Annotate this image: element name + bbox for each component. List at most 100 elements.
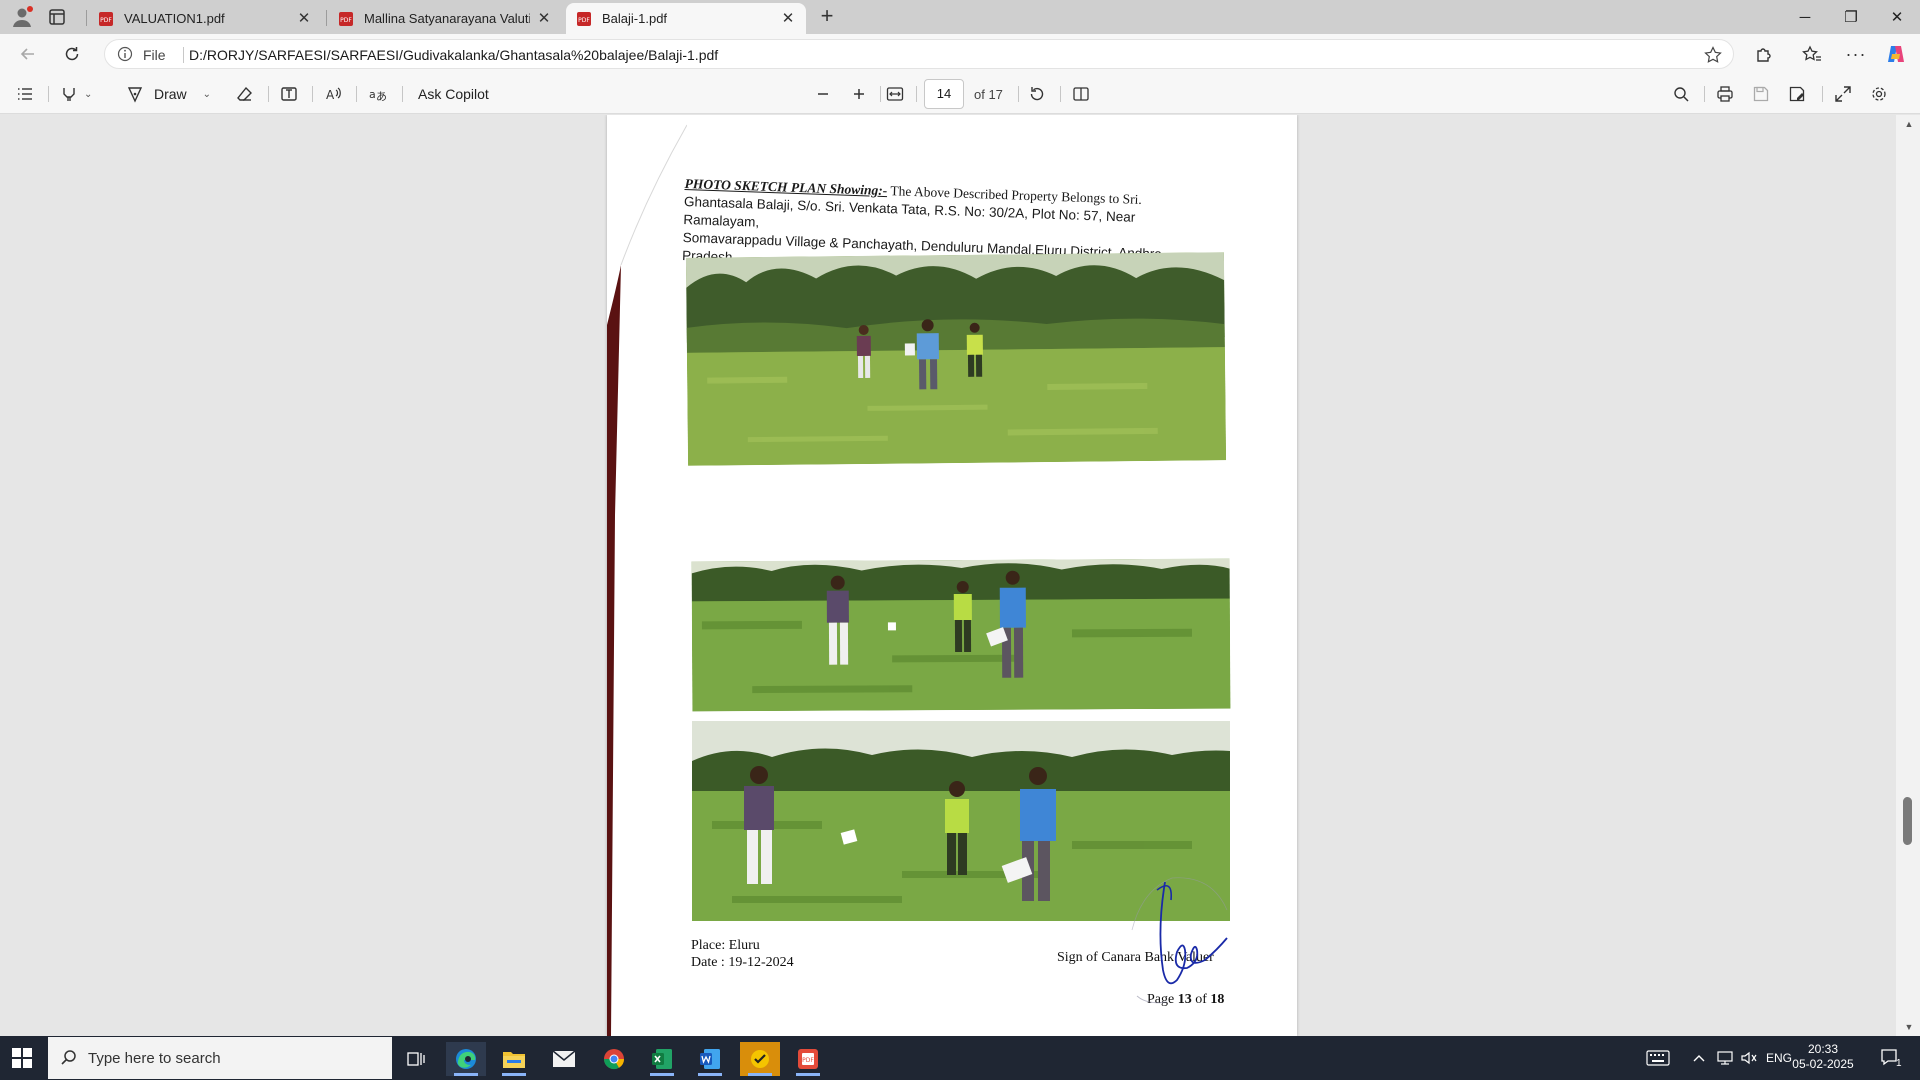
page-view-button[interactable]	[1072, 84, 1090, 104]
pdf-settings-button[interactable]	[1870, 84, 1888, 104]
taskbar-app-edge[interactable]	[446, 1042, 486, 1076]
notification-center-button[interactable]: 1	[1880, 1036, 1902, 1080]
info-icon[interactable]	[117, 46, 133, 62]
zoom-out-button[interactable]	[814, 84, 832, 104]
restore-button[interactable]: ❐	[1828, 0, 1874, 34]
divider	[356, 86, 357, 102]
volume-muted-icon[interactable]	[1740, 1036, 1758, 1080]
tab-actions-icon[interactable]	[48, 8, 66, 26]
taskbar-app-file-explorer[interactable]	[494, 1042, 534, 1076]
ask-copilot-label: Ask Copilot	[418, 86, 489, 102]
scroll-down-icon[interactable]: ▼	[1904, 1022, 1914, 1032]
page-view-icon	[1073, 87, 1089, 101]
zoom-in-button[interactable]	[850, 84, 868, 104]
close-icon[interactable]: ✕	[536, 10, 552, 27]
close-window-button[interactable]: ✕	[1874, 0, 1920, 34]
pdf-viewer[interactable]: PHOTO SKETCH PLAN Showing:- The Above De…	[0, 115, 1920, 1036]
profile-avatar-icon[interactable]	[10, 5, 34, 29]
print-button[interactable]	[1716, 84, 1734, 104]
tab-label: VALUATION1.pdf	[124, 11, 225, 26]
minimize-button[interactable]: ─	[1782, 0, 1828, 34]
page-number-input[interactable]: 14	[924, 79, 964, 109]
task-view-button[interactable]	[396, 1042, 436, 1076]
pdf-app-icon: PDF	[798, 1049, 818, 1069]
fit-to-width-button[interactable]	[886, 84, 904, 104]
taskbar-app-mail[interactable]	[544, 1042, 584, 1076]
favorites-icon	[1802, 45, 1821, 61]
table-of-contents-button[interactable]	[16, 84, 34, 104]
tab-label: Balaji-1.pdf	[602, 11, 668, 26]
taskbar-clock[interactable]: 20:33 05-02-2025	[1788, 1042, 1858, 1072]
folder-icon	[503, 1052, 525, 1068]
save-as-icon	[1789, 86, 1805, 102]
fullscreen-button[interactable]	[1834, 84, 1852, 104]
notification-count: 1	[1896, 1057, 1902, 1069]
copilot-button[interactable]	[1884, 42, 1908, 66]
page-total-label: of 17	[974, 86, 1003, 102]
svg-text:PDF: PDF	[578, 17, 590, 24]
taskbar-app-chrome[interactable]	[594, 1042, 634, 1076]
highlighter-icon	[63, 88, 75, 101]
new-tab-button[interactable]: +	[816, 5, 838, 28]
chevron-up-icon[interactable]	[1692, 1036, 1706, 1080]
list-icon	[18, 88, 32, 100]
chevron-down-icon[interactable]: ⌄	[203, 89, 211, 100]
read-aloud-button[interactable]: A	[324, 84, 342, 104]
translate-button[interactable]: aあ	[368, 84, 386, 104]
erase-button[interactable]	[236, 84, 254, 104]
eraser-icon	[237, 86, 252, 101]
refresh-icon	[65, 47, 79, 61]
tab-valuation1[interactable]: PDF VALUATION1.pdf ✕	[88, 3, 322, 34]
back-button[interactable]	[16, 42, 40, 66]
security-shield-icon	[751, 1050, 769, 1068]
taskbar-app-excel[interactable]	[642, 1042, 682, 1076]
search-icon	[1674, 87, 1689, 102]
scrollbar-thumb[interactable]	[1903, 797, 1912, 845]
vertical-scrollbar[interactable]: ▲ ▼	[1896, 115, 1920, 1036]
tab-separator	[326, 10, 327, 26]
taskbar-app-pdf-reader[interactable]: PDF	[788, 1042, 828, 1076]
navigation-bar: File D:/RORJY/SARFAESI/SARFAESI/Gudivaka…	[0, 34, 1920, 74]
svg-text:PDF: PDF	[100, 17, 112, 24]
divider	[268, 86, 269, 102]
url-text[interactable]: D:/RORJY/SARFAESI/SARFAESI/Gudivakalanka…	[189, 47, 718, 63]
chevron-down-icon[interactable]: ⌄	[84, 89, 92, 100]
draw-button[interactable]: Draw ⌄	[126, 84, 211, 104]
pdf-toolbar: ⌄ Draw ⌄ A aあ Ask Copilot 14 of 17	[0, 74, 1920, 114]
draw-label: Draw	[154, 86, 187, 102]
keyboard-layout-icon[interactable]	[1646, 1036, 1670, 1080]
network-icon[interactable]	[1716, 1036, 1734, 1080]
taskbar-app-word[interactable]	[690, 1042, 730, 1076]
tab-mallina-satyanarayana[interactable]: PDF Mallina Satyanarayana Valution.pdf ✕	[328, 3, 562, 34]
address-bar[interactable]: File D:/RORJY/SARFAESI/SARFAESI/Gudivaka…	[104, 39, 1734, 69]
add-text-button[interactable]	[280, 84, 298, 104]
edge-browser-icon	[456, 1049, 476, 1069]
favorite-star-icon[interactable]	[1703, 45, 1723, 65]
refresh-button[interactable]	[60, 42, 84, 66]
translate-icon: aあ	[369, 88, 386, 103]
windows-start-icon[interactable]	[12, 1048, 32, 1068]
taskbar-search-box[interactable]: Type here to search	[48, 1037, 392, 1079]
extensions-button[interactable]	[1752, 42, 1776, 66]
rotate-button[interactable]	[1028, 84, 1046, 104]
settings-more-button[interactable]: ···	[1844, 42, 1868, 66]
svg-text:a: a	[369, 88, 376, 101]
find-button[interactable]	[1672, 84, 1690, 104]
scheme-label: File	[143, 47, 166, 63]
svg-text:PDF: PDF	[340, 17, 352, 24]
tab-balaji-1[interactable]: PDF Balaji-1.pdf ✕	[566, 3, 806, 34]
copilot-icon	[1888, 46, 1904, 62]
close-icon[interactable]: ✕	[780, 10, 796, 27]
close-icon[interactable]: ✕	[296, 10, 312, 27]
expand-icon	[1835, 86, 1851, 102]
divider	[48, 86, 49, 102]
excel-icon	[652, 1049, 672, 1069]
tab-label: Mallina Satyanarayana Valution.pdf	[364, 11, 530, 26]
taskbar-app-norton[interactable]	[740, 1042, 780, 1076]
favorites-button[interactable]	[1800, 42, 1824, 66]
scroll-up-icon[interactable]: ▲	[1904, 119, 1914, 129]
save-button[interactable]	[1752, 84, 1770, 104]
highlight-button[interactable]: ⌄	[60, 84, 92, 104]
save-as-button[interactable]	[1788, 84, 1806, 104]
ask-copilot-button[interactable]: Ask Copilot	[418, 84, 489, 104]
